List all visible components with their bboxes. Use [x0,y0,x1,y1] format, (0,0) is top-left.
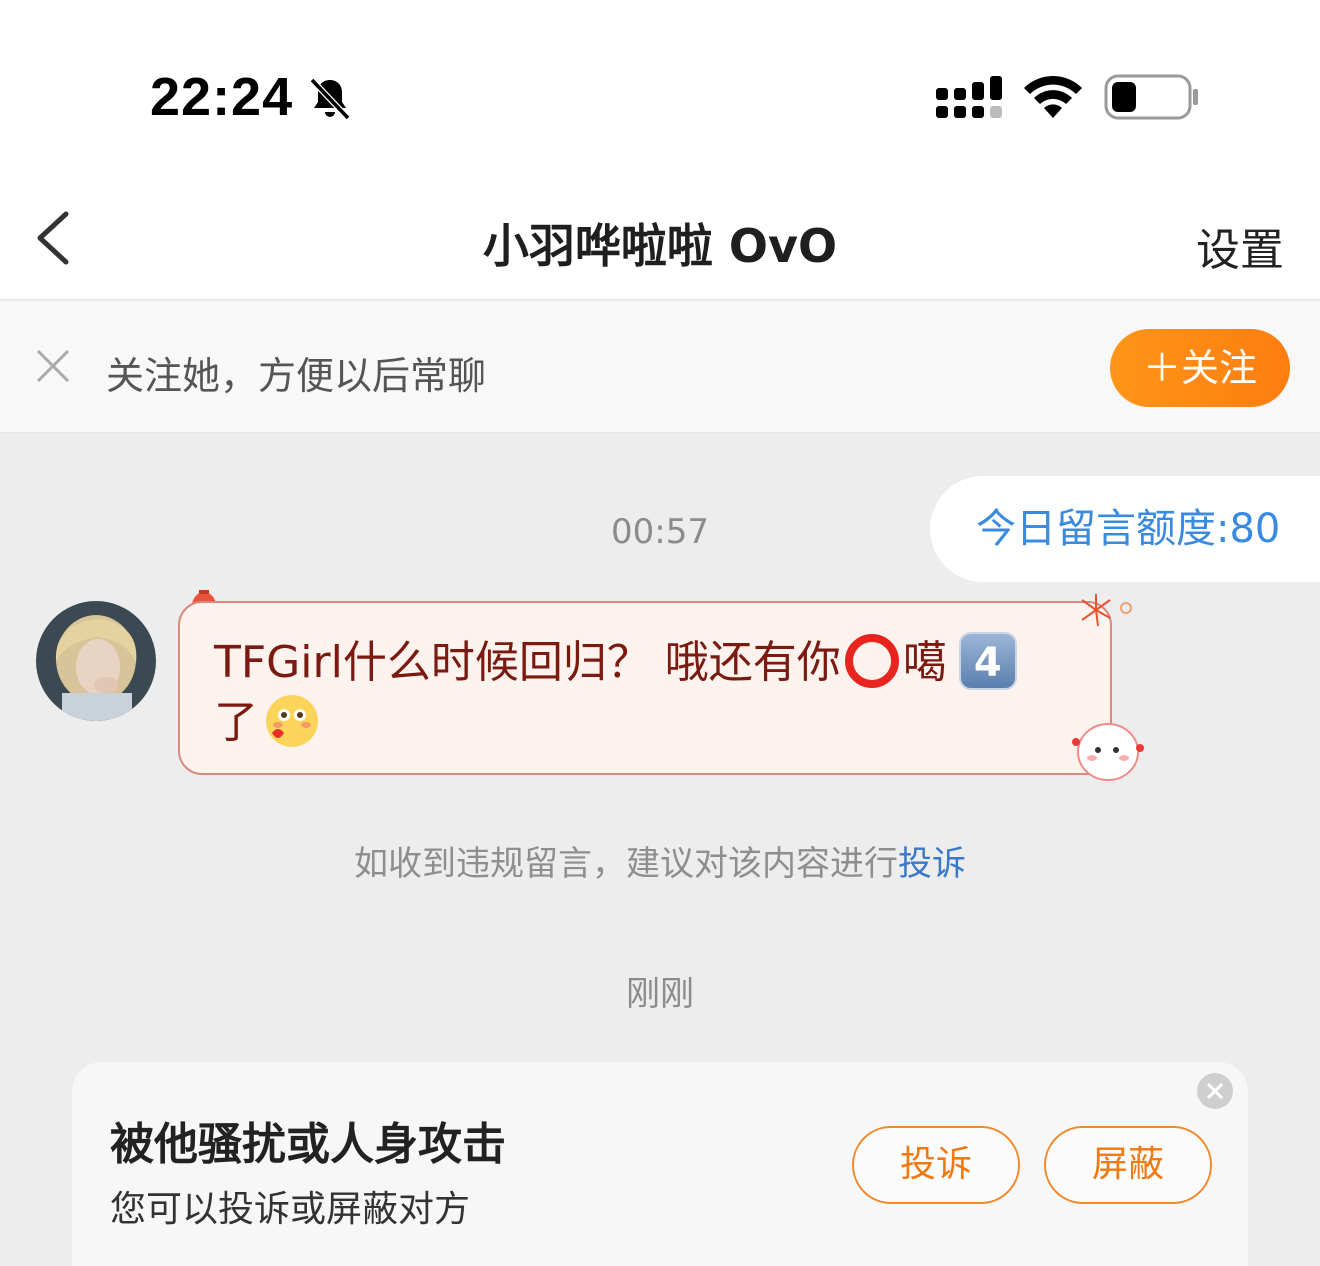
close-icon[interactable] [1196,1072,1234,1110]
report-link[interactable]: 投诉 [898,844,966,884]
message-text-part1: TFGirl什么时候回归？ 哦还有你 [214,637,841,688]
chat-title: 小羽哗啦啦 OvO [482,219,838,273]
status-bar: 22:24 [0,0,1320,190]
message-text-part2: 噶 [902,637,947,688]
message-text-part3: 了 [214,697,258,748]
cellular-signal-icon [936,76,1002,118]
follow-banner: 关注她，方便以后常聊 ＋关注 [0,301,1320,433]
mascot-decoration-icon [1072,723,1144,781]
bell-off-icon [309,77,351,121]
message-timestamp: 00:57 [611,512,709,552]
report-hint: 如收到违规留言，建议对该内容进行投诉 [0,836,1320,885]
follow-button[interactable]: ＋关注 [1110,329,1290,407]
nav-bar: 小羽哗啦啦 OvO 设置 [0,190,1320,300]
battery-icon [1104,74,1198,120]
harassment-card: 被他骚扰或人身攻击 您可以投诉或屏蔽对方 投诉 屏蔽 [72,1062,1248,1266]
block-button[interactable]: 屏蔽 [1044,1126,1212,1204]
report-button[interactable]: 投诉 [852,1126,1020,1204]
status-time: 22:24 [150,67,294,127]
follow-prompt-text: 关注她，方便以后常聊 [106,354,487,398]
blushing-face-emoji-icon [266,695,318,747]
card-title: 被他骚扰或人身攻击 [110,1119,506,1170]
fireworks-decoration-icon [1081,594,1132,627]
avatar[interactable] [36,601,156,721]
message-text: TFGirl什么时候回归？ 哦还有你 噶 4 了 [214,632,1080,753]
message-bubble[interactable]: TFGirl什么时候回归？ 哦还有你 噶 4 了 [178,601,1112,775]
settings-button[interactable]: 设置 [1196,214,1284,278]
close-icon[interactable] [34,347,72,385]
red-circle-icon [844,634,899,688]
keycap-four-icon: 4 [958,632,1017,690]
card-subtitle: 您可以投诉或屏蔽对方 [110,1189,471,1230]
message-timestamp-recent: 刚刚 [626,974,694,1014]
wifi-icon [1024,75,1082,118]
report-hint-text: 如收到违规留言，建议对该内容进行 [354,844,898,884]
